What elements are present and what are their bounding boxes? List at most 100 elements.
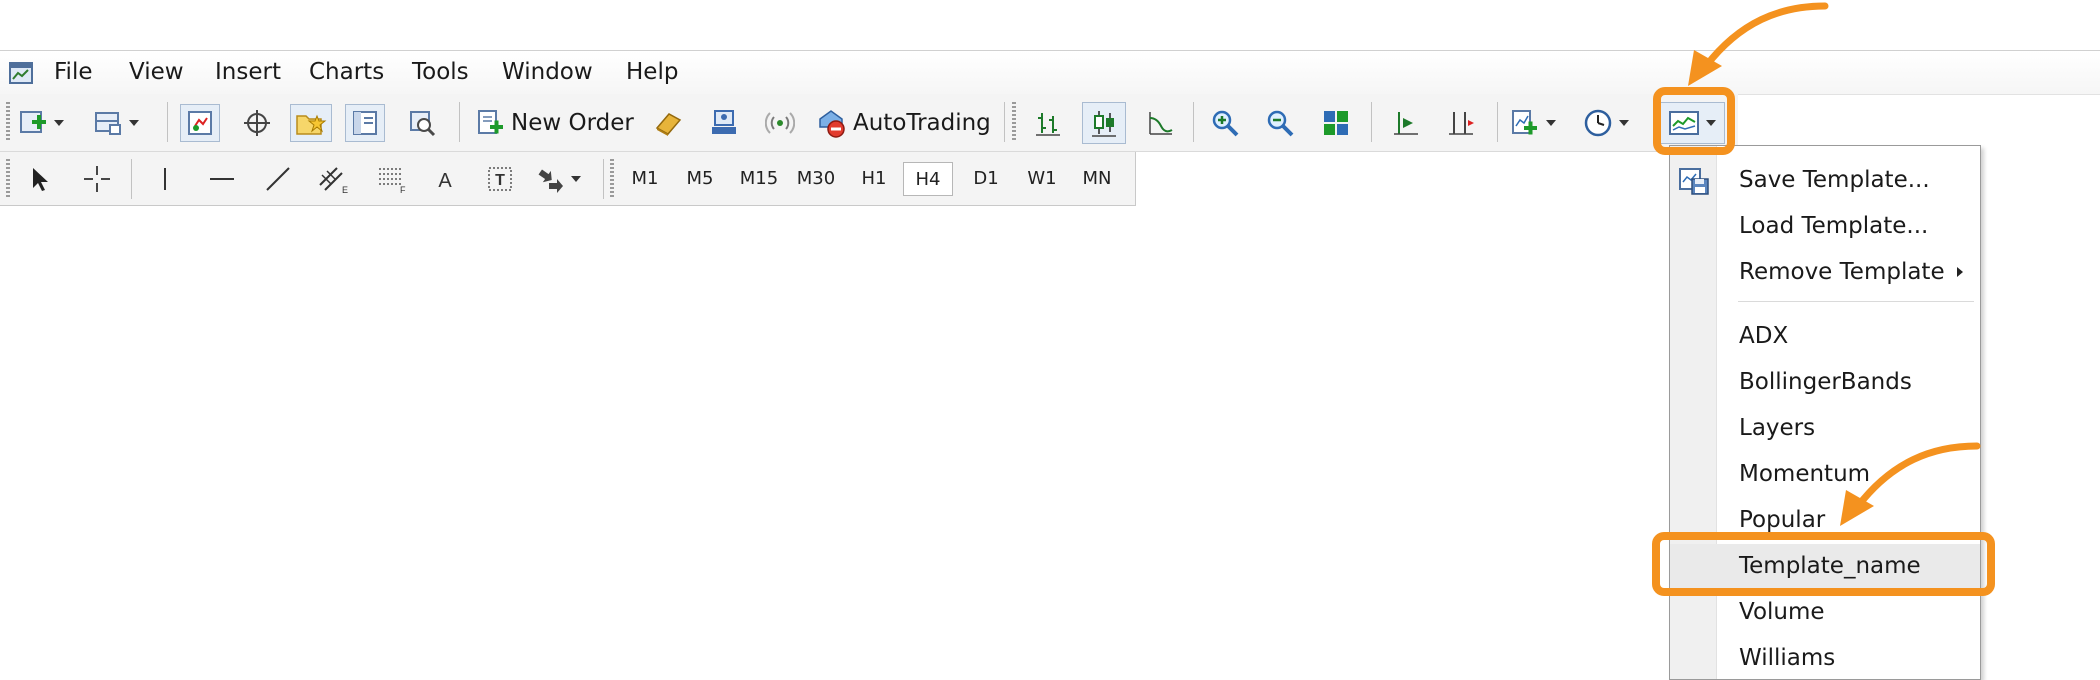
menu-insert[interactable]: Insert [211, 57, 285, 87]
tile-windows-button[interactable] [1316, 104, 1356, 142]
timeframe-m5[interactable]: M5 [677, 162, 723, 196]
data-window-button[interactable] [237, 104, 277, 142]
toolbar-separator [459, 102, 460, 142]
chevron-down-icon [571, 176, 581, 182]
candlestick-button[interactable] [1082, 102, 1126, 144]
menu-window[interactable]: Window [498, 57, 597, 87]
menu-tools[interactable]: Tools [408, 57, 473, 87]
template-item-bollingerbands[interactable]: BollingerBands [1670, 360, 1980, 404]
save-template-label: Save Template... [1739, 167, 1930, 193]
menu-help[interactable]: Help [622, 57, 682, 87]
vertical-line-icon [164, 168, 166, 190]
toolbar-grip[interactable] [6, 159, 10, 197]
crosshair-cross-icon [84, 166, 110, 192]
account-button[interactable] [704, 104, 744, 142]
toolbar-separator [131, 159, 132, 199]
new-order-button[interactable]: New Order [475, 104, 634, 142]
chevron-down-icon [54, 120, 64, 126]
template-label: ADX [1739, 323, 1789, 349]
chart-shift-icon [1394, 112, 1418, 135]
equidistant-channel-icon: E [319, 167, 348, 195]
svg-text:E: E [342, 185, 348, 195]
template-item-williams[interactable]: Williams [1670, 636, 1980, 680]
menu-charts[interactable]: Charts [305, 57, 388, 87]
new-order-label: New Order [511, 110, 634, 136]
tile-windows-icon [1324, 111, 1348, 135]
template-item-adx[interactable]: ADX [1670, 314, 1980, 358]
tester-magnifier-icon [410, 111, 436, 137]
candlestick-icon [1092, 111, 1116, 137]
timeframe-m30[interactable]: M30 [790, 162, 842, 196]
toolbar-grip[interactable] [1012, 102, 1016, 140]
svg-text:T: T [495, 172, 505, 189]
template-item-volume[interactable]: Volume [1670, 590, 1980, 634]
svg-text:A: A [438, 170, 452, 192]
trendline-icon [266, 167, 290, 191]
autoscroll-button[interactable] [1441, 104, 1481, 142]
navigator-folder-star-icon [296, 114, 327, 135]
toolbar-separator [1193, 102, 1194, 142]
vertical-line-button[interactable] [146, 161, 184, 197]
autoscroll-icon [1449, 112, 1474, 135]
new-order-icon [478, 110, 503, 134]
trendline-button[interactable] [259, 161, 297, 197]
app-icon[interactable] [8, 59, 36, 87]
line-chart-button[interactable] [1140, 104, 1180, 142]
zoom-out-icon [1267, 110, 1294, 137]
template-label: Layers [1739, 415, 1816, 441]
timeframe-d1[interactable]: D1 [963, 162, 1009, 196]
signals-button[interactable] [760, 104, 800, 142]
load-template-item[interactable]: Load Template... [1670, 204, 1980, 248]
template-label: Williams [1739, 645, 1836, 671]
toolbar-grip[interactable] [6, 102, 10, 140]
remove-template-item[interactable]: Remove Template [1670, 250, 1980, 294]
terminal-button[interactable] [345, 104, 385, 142]
bar-chart-button[interactable] [1028, 104, 1068, 142]
template-label: BollingerBands [1739, 369, 1912, 395]
indicators-button[interactable] [1510, 104, 1556, 142]
equidistant-channel-button[interactable]: E [314, 161, 354, 197]
menu-file[interactable]: File [50, 57, 97, 87]
text-tool-button[interactable]: A [426, 161, 464, 197]
strategy-tester-button[interactable] [402, 104, 442, 142]
save-template-item[interactable]: Save Template... [1670, 158, 1980, 202]
user-computer-icon [712, 110, 736, 134]
profiles-button[interactable] [93, 106, 139, 140]
zoom-in-icon [1212, 110, 1239, 137]
arrows-tool-button[interactable] [535, 161, 581, 197]
text-label-button[interactable]: T [481, 161, 519, 197]
periods-button[interactable] [1583, 104, 1629, 142]
cursor-tool-button[interactable] [20, 161, 58, 197]
timeframe-h1[interactable]: H1 [851, 162, 897, 196]
horizontal-line-button[interactable] [203, 161, 241, 197]
text-a-icon: A [438, 170, 452, 192]
toolbar-grip[interactable] [610, 159, 614, 197]
fibonacci-button[interactable]: F [372, 161, 412, 197]
drawing-toolbar: E F A T M1 M5 M15 M30 H1 H4 D1 W1 MN [0, 152, 1136, 206]
timeframe-w1[interactable]: W1 [1019, 162, 1065, 196]
zoom-in-button[interactable] [1205, 104, 1245, 142]
load-template-label: Load Template... [1739, 213, 1929, 239]
standard-toolbar: New Order AutoTrading [0, 94, 1738, 152]
autotrading-button[interactable]: AutoTrading [815, 104, 991, 142]
new-chart-button[interactable] [18, 106, 64, 140]
menu-view[interactable]: View [125, 57, 188, 87]
menu-separator [1738, 301, 1974, 302]
timeframe-m1[interactable]: M1 [622, 162, 668, 196]
submenu-arrow-icon [1957, 267, 1963, 277]
crosshair-tool-button[interactable] [78, 161, 116, 197]
arrow-to-templates-button [1688, 2, 1829, 86]
timeframe-mn[interactable]: MN [1074, 162, 1120, 196]
timeframe-h4[interactable]: H4 [903, 162, 953, 196]
line-chart-icon [1149, 112, 1173, 135]
chart-shift-button[interactable] [1386, 104, 1426, 142]
metaeditor-button[interactable] [648, 104, 688, 142]
navigator-button[interactable] [290, 104, 332, 142]
market-watch-button[interactable] [180, 104, 220, 142]
market-watch-icon [188, 111, 212, 135]
timeframe-m15[interactable]: M15 [733, 162, 785, 196]
arrows-icon [538, 169, 563, 193]
text-label-icon: T [488, 167, 512, 191]
zoom-out-button[interactable] [1260, 104, 1300, 142]
toolbar-separator [1497, 102, 1498, 142]
